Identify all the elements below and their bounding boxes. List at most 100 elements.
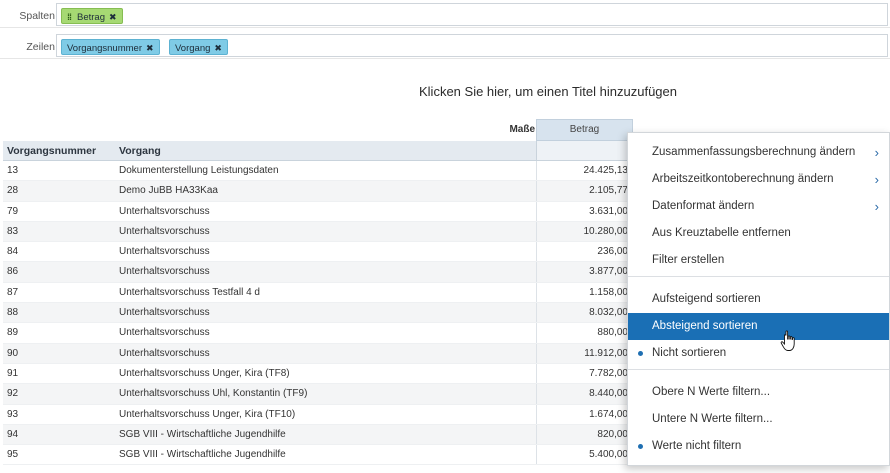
vorgangsnummer-cell: 90 [7,347,19,359]
vorgang-row-pill[interactable]: Vorgang ✖ [169,39,228,55]
menu-item-label: Werte nicht filtern [652,440,742,452]
vorgangsnummer-cell: 86 [7,266,19,278]
table-row[interactable]: 28 Demo JuBB HA33Kaa 2.105,77 [3,181,633,202]
menu-item-untere-n-werte-filtern[interactable]: Untere N Werte filtern... [628,406,889,433]
table-row[interactable]: 84 Unterhaltsvorschuss 236,00 [3,242,633,263]
vorgang-cell: Unterhaltsvorschuss [119,246,210,258]
vorgangsnummer-row-pill[interactable]: Vorgangsnummer ✖ [61,39,160,55]
remove-icon[interactable]: ✖ [146,43,154,53]
chevron-right-icon: › [874,145,879,160]
table-row[interactable]: 79 Unterhaltsvorschuss 3.631,00 [3,201,633,222]
betrag-cell: 8.440,00 [536,384,633,404]
betrag-cell: 7.782,00 [536,363,633,384]
menu-item-label: Absteigend sortieren [652,320,758,332]
table-row[interactable]: 95 SGB VIII - Wirtschaftliche Jugendhilfe… [3,445,633,466]
menu-item-aus-kreuztabelle-entfernen[interactable]: Aus Kreuztabelle entfernen [628,220,889,247]
vorgang-cell: Demo JuBB HA33Kaa [119,185,218,197]
vorgang-cell: SGB VIII - Wirtschaftliche Jugendhilfe [119,428,286,440]
betrag-cell: 1.158,00 [536,282,633,303]
table-row[interactable]: 88 Unterhaltsvorschuss 8.032,00 [3,303,633,324]
rows-drop-zone[interactable]: Vorgangsnummer ✖ Vorgang ✖ [56,34,888,57]
menu-item-datenformat-ändern[interactable]: Datenformat ändern › [628,193,889,220]
columns-shelf: Spalten ⁞⁞ Betrag ✖ [0,2,890,28]
table-row[interactable]: 83 Unterhaltsvorschuss 10.280,00 [3,221,633,243]
remove-icon[interactable]: ✖ [109,12,117,22]
menu-item-label: Nicht sortieren [652,347,727,359]
betrag-cell: 2.105,77 [536,181,633,201]
menu-item-absteigend-sortieren[interactable]: Absteigend sortieren [628,313,889,340]
betrag-cell: 10.280,00 [536,221,633,242]
menu-item-obere-n-werte-filtern[interactable]: Obere N Werte filtern... [628,379,889,406]
menu-item-label: Zusammenfassungsberechnung ändern [652,146,856,158]
rows-shelf-label: Zeilen [26,41,55,53]
selected-dot-icon [638,444,643,449]
menu-item-label: Obere N Werte filtern... [652,386,771,398]
menu-item-label: Aufsteigend sortieren [652,293,761,305]
betrag-header-cell[interactable] [536,141,633,160]
vorgang-cell: Unterhaltsvorschuss Unger, Kira (TF10) [119,408,296,420]
chevron-right-icon: › [874,199,879,214]
vorgangsnummer-cell: 88 [7,307,19,319]
menu-item-label: Untere N Werte filtern... [652,413,773,425]
table-row[interactable]: 13 Dokumenterstellung Leistungsdaten 24.42… [3,161,633,182]
betrag-cell: 3.631,00 [536,201,633,221]
vorgangsnummer-header[interactable]: Vorgangsnummer [7,145,96,157]
pill-label: Vorgang [175,43,211,54]
columns-drop-zone[interactable]: ⁞⁞ Betrag ✖ [56,3,888,26]
measures-label: Maße [509,124,535,135]
vorgang-cell: Unterhaltsvorschuss Testfall 4 d [119,286,260,298]
menu-item-nicht-sortieren[interactable]: Nicht sortieren [628,340,889,367]
betrag-column-pill[interactable]: ⁞⁞ Betrag ✖ [61,8,123,24]
vorgangsnummer-cell: 87 [7,286,19,298]
vorgangsnummer-cell: 89 [7,327,19,339]
vorgang-cell: SGB VIII - Wirtschaftliche Jugendhilfe [119,449,286,461]
menu-item-aufsteigend-sortieren[interactable]: Aufsteigend sortieren [628,286,889,313]
chart-title-placeholder[interactable]: Klicken Sie hier, um einen Titel hinzuzu… [0,84,890,99]
menu-separator [628,369,889,370]
vorgangsnummer-cell: 13 [7,165,19,176]
menu-item-label: Aus Kreuztabelle entfernen [652,227,791,239]
vorgang-cell: Unterhaltsvorschuss [119,347,210,359]
pill-label: Vorgangsnummer [67,43,142,54]
hand-cursor-icon [780,330,795,351]
table-row[interactable]: 87 Unterhaltsvorschuss Testfall 4 d 1.158,… [3,282,633,304]
menu-item-werte-nicht-filtern[interactable]: Werte nicht filtern [628,433,889,460]
selected-dot-icon [638,351,643,356]
menu-item-label: Arbeitszeitkontoberechnung ändern [652,173,834,185]
menu-item-arbeitszeitkontoberechnung-ändern[interactable]: Arbeitszeitkontoberechnung ändern › [628,166,889,193]
vorgang-cell: Unterhaltsvorschuss [119,225,210,237]
vorgang-header[interactable]: Vorgang [119,145,161,157]
table-row[interactable]: 92 Unterhaltsvorschuss Uhl, Konstantin (T… [3,384,633,405]
vorgang-cell: Unterhaltsvorschuss [119,205,210,217]
menu-item-label: Filter erstellen [652,254,725,266]
remove-icon[interactable]: ✖ [214,43,222,53]
table-row[interactable]: 89 Unterhaltsvorschuss 880,00 [3,323,633,344]
vorgangsnummer-cell: 94 [7,428,19,440]
table-row[interactable]: 94 SGB VIII - Wirtschaftliche Jugendhilfe… [3,424,633,446]
menu-item-label: Datenformat ändern [652,200,755,212]
table-row[interactable]: 86 Unterhaltsvorschuss 3.877,00 [3,262,633,283]
table-row[interactable]: 91 Unterhaltsvorschuss Unger, Kira (TF8) 7… [3,363,633,385]
vorgangsnummer-cell: 93 [7,408,19,420]
menu-item-zusammenfassungsberechnung-ändern[interactable]: Zusammenfassungsberechnung ändern › [628,139,889,166]
vorgang-cell: Dokumenterstellung Leistungsdaten [119,165,279,176]
betrag-cell: 24.425,13 [536,161,633,181]
pill-label: Betrag [77,12,105,23]
table-body: 13 Dokumenterstellung Leistungsdaten 24.42… [3,161,633,466]
measures-header-row: Maße Betrag [3,119,633,141]
table-header-row: Vorgangsnummer Vorgang [3,141,633,161]
drag-handle-icon[interactable]: ⁞⁞ [67,9,72,25]
vorgangsnummer-cell: 28 [7,185,19,197]
betrag-column-header[interactable]: Betrag [536,119,633,141]
betrag-cell: 236,00 [536,242,633,262]
vorgangsnummer-cell: 95 [7,449,19,461]
vorgangsnummer-cell: 83 [7,225,19,237]
vorgangsnummer-cell: 84 [7,246,19,258]
menu-item-filter-erstellen[interactable]: Filter erstellen [628,247,889,274]
table-row[interactable]: 90 Unterhaltsvorschuss 11.912,00 [3,343,633,364]
betrag-cell: 820,00 [536,424,633,445]
rows-shelf: Zeilen Vorgangsnummer ✖ Vorgang ✖ [0,33,890,59]
table-row[interactable]: 93 Unterhaltsvorschuss Unger, Kira (TF10)… [3,404,633,425]
betrag-cell: 11.912,00 [536,343,633,363]
vorgang-cell: Unterhaltsvorschuss Uhl, Konstantin (TF9… [119,388,308,400]
